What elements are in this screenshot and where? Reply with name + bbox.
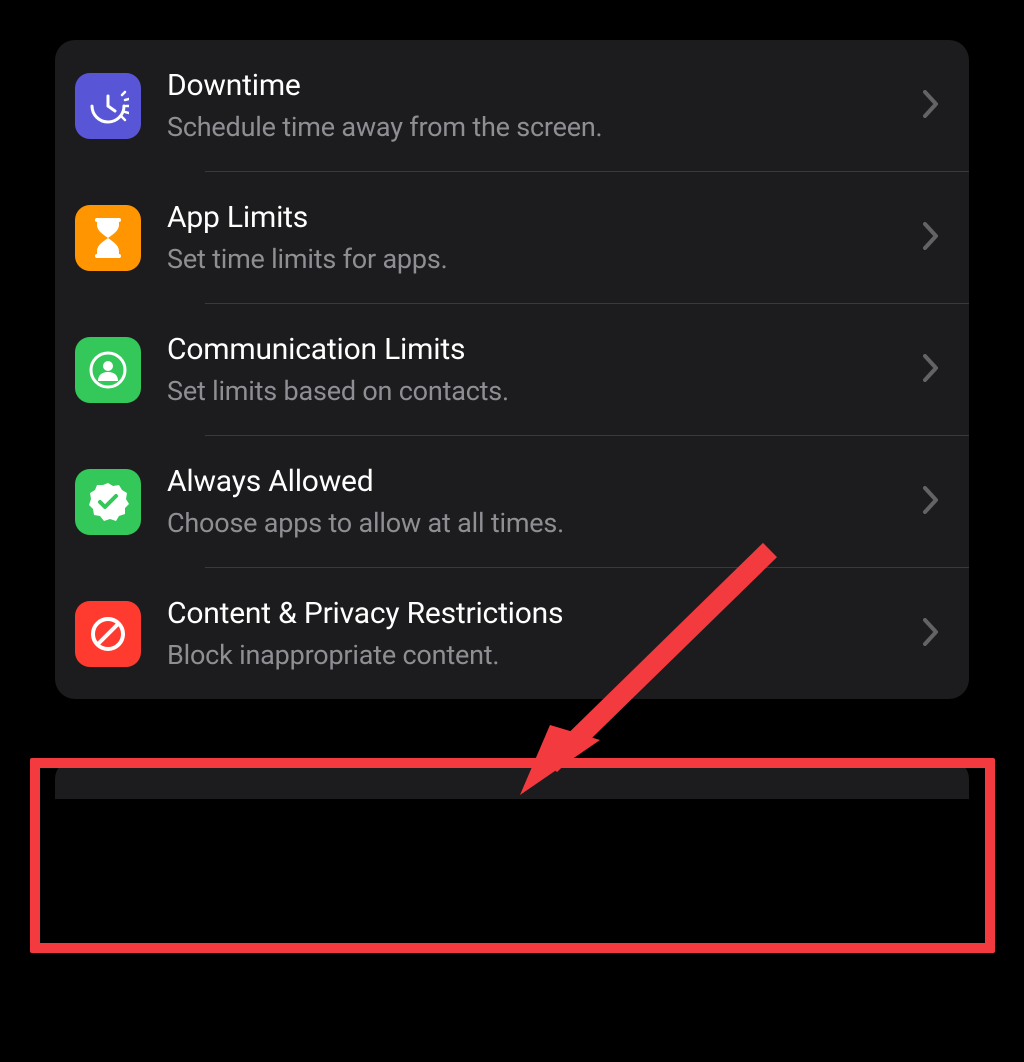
row-text: Communication Limits Set limits based on…: [167, 332, 923, 407]
row-title: App Limits: [167, 200, 923, 235]
chevron-right-icon: [923, 618, 939, 650]
chevron-right-icon: [923, 222, 939, 254]
hourglass-icon: [75, 205, 141, 271]
row-communication-limits[interactable]: Communication Limits Set limits based on…: [55, 304, 969, 435]
row-text: Downtime Schedule time away from the scr…: [167, 68, 923, 143]
row-always-allowed[interactable]: Always Allowed Choose apps to allow at a…: [55, 436, 969, 567]
row-subtitle: Choose apps to allow at all times.: [167, 507, 923, 539]
row-subtitle: Set limits based on contacts.: [167, 375, 923, 407]
row-text: Content & Privacy Restrictions Block ina…: [167, 596, 923, 671]
row-text: App Limits Set time limits for apps.: [167, 200, 923, 275]
no-symbol-icon: [75, 601, 141, 667]
row-title: Content & Privacy Restrictions: [167, 596, 923, 631]
row-downtime[interactable]: Downtime Schedule time away from the scr…: [55, 40, 969, 171]
chevron-right-icon: [923, 354, 939, 386]
row-title: Communication Limits: [167, 332, 923, 367]
row-text: Always Allowed Choose apps to allow at a…: [167, 464, 923, 539]
row-subtitle: Set time limits for apps.: [167, 243, 923, 275]
settings-group-panel: Downtime Schedule time away from the scr…: [55, 40, 969, 699]
row-content-privacy-restrictions[interactable]: Content & Privacy Restrictions Block ina…: [55, 568, 969, 699]
row-subtitle: Schedule time away from the screen.: [167, 111, 923, 143]
person-circle-icon: [75, 337, 141, 403]
row-app-limits[interactable]: App Limits Set time limits for apps.: [55, 172, 969, 303]
chevron-right-icon: [923, 90, 939, 122]
row-title: Downtime: [167, 68, 923, 103]
row-title: Always Allowed: [167, 464, 923, 499]
row-subtitle: Block inappropriate content.: [167, 639, 923, 671]
downtime-icon: [75, 73, 141, 139]
next-settings-group-panel: [55, 759, 969, 799]
checkmark-seal-icon: [75, 469, 141, 535]
chevron-right-icon: [923, 486, 939, 518]
